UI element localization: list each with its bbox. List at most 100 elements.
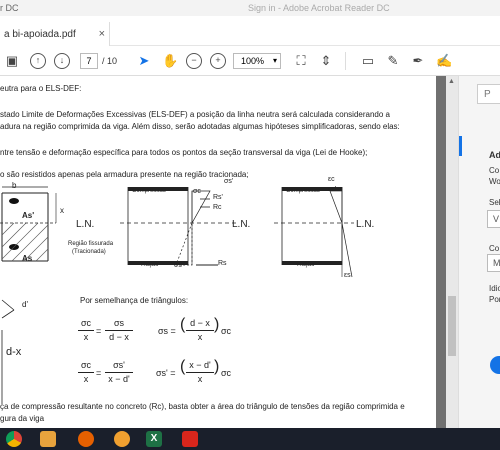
eq1-right-num: d − x xyxy=(190,318,210,328)
select-cursor-icon[interactable]: ➤ xyxy=(136,53,152,69)
triangle-similarity-label: Por semelhança de triângulos: xyxy=(80,296,189,305)
settings-icon[interactable] xyxy=(114,431,130,447)
right-tools-panel: P Ad Co Wo Sele V Co M Idio Por xyxy=(458,76,500,432)
doc-text-line: o são resistidos apenas pela armadura pr… xyxy=(0,170,249,179)
firefox-icon[interactable] xyxy=(78,431,94,447)
label-epsilon-c: εc xyxy=(328,176,335,183)
document-page: eutra para o ELS-DEF: stado Limite de De… xyxy=(0,76,428,432)
excel-icon[interactable]: X xyxy=(146,431,162,447)
label-rs: Rs xyxy=(218,260,227,267)
document-tab[interactable]: a bi-apoiada.pdf × xyxy=(0,22,110,46)
eq1-mid-num: σs xyxy=(113,318,125,328)
convert-button[interactable] xyxy=(490,356,500,374)
label-sigma-s-prime: σs' xyxy=(224,178,234,185)
fraction-bar xyxy=(78,372,94,373)
chevron-down-icon: ▾ xyxy=(272,56,277,65)
eq1-left-num: σc xyxy=(80,318,92,328)
fraction-bar xyxy=(78,330,94,331)
acrobat-icon[interactable] xyxy=(182,431,198,447)
vertical-scrollbar[interactable]: ▲ xyxy=(446,76,458,432)
save-icon[interactable]: ▣ xyxy=(4,53,20,69)
close-icon[interactable]: × xyxy=(99,28,105,40)
label-b: b xyxy=(12,181,17,190)
fraction-bar xyxy=(186,372,214,373)
eq2-right-den: x xyxy=(197,374,203,384)
chrome-icon[interactable] xyxy=(6,431,22,447)
label-compression-2: Compressão xyxy=(286,188,321,194)
eq2-right-tail: σc xyxy=(221,368,232,378)
tab-bar: a bi-apoiada.pdf × xyxy=(0,16,500,46)
panel-heading: Ad xyxy=(489,150,500,160)
label-ln: L.N. xyxy=(76,219,95,230)
eq1-right-den: x xyxy=(197,332,203,342)
eq2-left-den: x xyxy=(83,374,89,384)
strain-diagram-figure xyxy=(274,187,354,278)
language-label: Idio xyxy=(489,284,500,293)
label-region: Região fissurada xyxy=(68,241,114,247)
label-d-prime: d' xyxy=(22,300,28,309)
paren-close: ) xyxy=(214,316,220,333)
doc-text-line: eutra para o ELS-DEF: xyxy=(0,84,82,93)
eq1-mid-den: d − x xyxy=(109,332,129,342)
eq2-right-lhs: σs' = xyxy=(156,368,176,378)
label-rc: Rc xyxy=(213,204,222,211)
eq1-right-lhs: σs = xyxy=(158,326,176,336)
previous-page-icon[interactable]: ↑ xyxy=(30,53,46,69)
doc-text-line: ntre tensão e deformação específica para… xyxy=(0,148,368,157)
doc-text-line: gura da viga xyxy=(0,414,45,423)
window-title: Sign in - Adobe Acrobat Reader DC xyxy=(248,3,390,13)
title-bar: r DC Sign in - Adobe Acrobat Reader DC xyxy=(0,0,500,16)
label-x: x xyxy=(60,206,64,215)
scroll-mode-icon[interactable]: ⇕ xyxy=(318,53,334,69)
equals-sign: = xyxy=(96,326,102,336)
paren-open: ( xyxy=(180,358,186,375)
taskbar: X xyxy=(0,428,500,450)
media-player-icon[interactable] xyxy=(40,431,56,447)
stress-diagram-figure xyxy=(120,187,238,266)
panel-text: Wo xyxy=(489,177,500,186)
zoom-out-icon[interactable]: − xyxy=(186,53,202,69)
document-tab-label: a bi-apoiada.pdf xyxy=(4,29,76,40)
eq1-right-tail: σc xyxy=(221,326,232,336)
scrollbar-thumb[interactable] xyxy=(448,296,456,356)
label-epsilon-s-prime: εs' xyxy=(328,186,336,193)
label-as-top: As' xyxy=(22,211,35,220)
highlight-icon[interactable]: ✎ xyxy=(385,53,401,69)
zoom-in-icon[interactable]: + xyxy=(210,53,226,69)
hand-tool-icon[interactable]: ✋ xyxy=(162,53,178,69)
eq2-right-num: x − d' xyxy=(189,360,211,370)
page-number-input[interactable]: 7 xyxy=(80,53,98,69)
doc-text-line: stado Limite de Deformações Excessivas (… xyxy=(0,110,390,119)
eq2-mid-den: x − d' xyxy=(108,374,130,384)
label-sigma-s: σs xyxy=(174,262,182,269)
select-label: Sele xyxy=(489,198,500,207)
comment-icon[interactable]: ▭ xyxy=(360,53,376,69)
draw-icon[interactable]: ✒ xyxy=(410,53,426,69)
toolbar-divider xyxy=(345,52,346,70)
tool-select[interactable]: V xyxy=(487,210,500,228)
label-traction: Tração xyxy=(140,262,159,268)
next-page-icon[interactable]: ↓ xyxy=(54,53,70,69)
fraction-bar xyxy=(105,330,133,331)
fraction-bar xyxy=(186,330,214,331)
label-epsilon-s: εs xyxy=(344,272,351,279)
tools-search-input[interactable]: P xyxy=(477,84,500,104)
label-sigma-c: σc xyxy=(193,188,201,195)
label-region-2: (Tracionada) xyxy=(72,249,106,255)
label-ln-2: L.N. xyxy=(232,219,251,230)
label-rs-prime: Rs' xyxy=(213,194,223,201)
scroll-up-icon[interactable]: ▲ xyxy=(448,78,455,85)
panel-text: Por xyxy=(489,295,500,304)
eq2-mid-num: σs' xyxy=(113,360,125,370)
format-select[interactable]: M xyxy=(487,254,500,272)
panel-text: Co xyxy=(489,244,500,253)
eq2-left-num: σc xyxy=(80,360,92,370)
app-title: r DC xyxy=(0,3,19,13)
eq1-left-den: x xyxy=(83,332,89,342)
page-total: / 10 xyxy=(102,56,118,66)
fit-page-icon[interactable]: ⛶ xyxy=(293,53,309,69)
zoom-select[interactable]: 100% ▾ xyxy=(233,53,281,69)
sign-icon[interactable]: ✍ xyxy=(436,53,452,69)
doc-text-line: ça de compressão resultante no concreto … xyxy=(0,402,405,411)
label-d-minus-x: d-x xyxy=(6,346,22,358)
